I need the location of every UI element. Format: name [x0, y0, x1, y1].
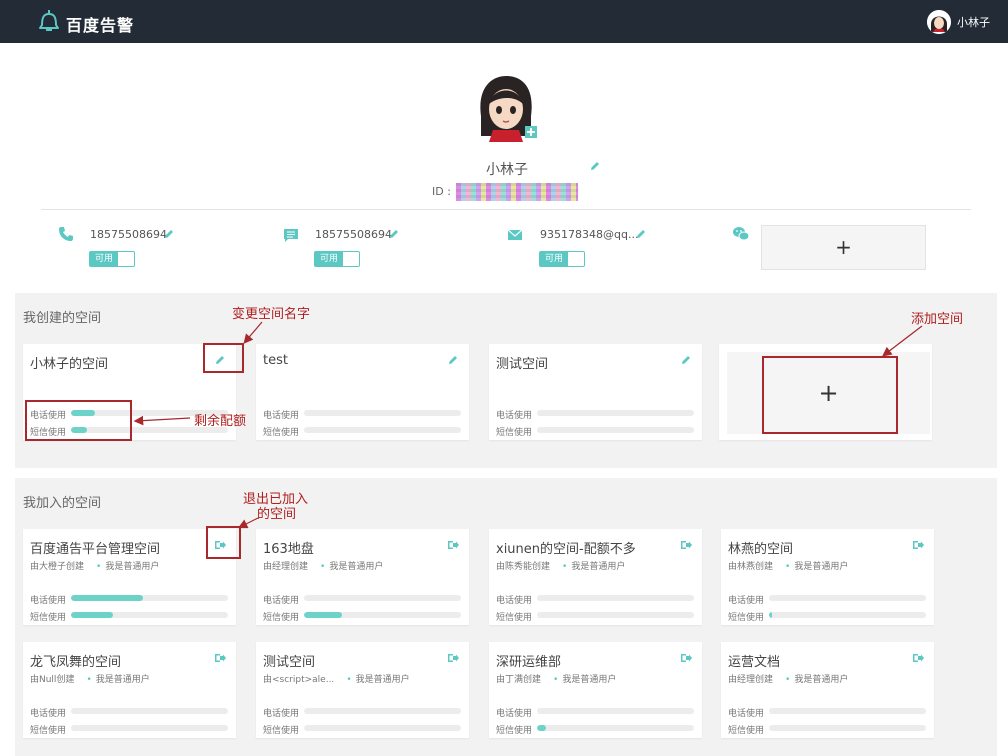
annotation-arrows [133, 321, 923, 529]
arrow-quit [237, 517, 259, 529]
arrow-add-space [882, 325, 923, 357]
arrow-rename [243, 321, 263, 344]
arrow-quota [133, 415, 191, 426]
